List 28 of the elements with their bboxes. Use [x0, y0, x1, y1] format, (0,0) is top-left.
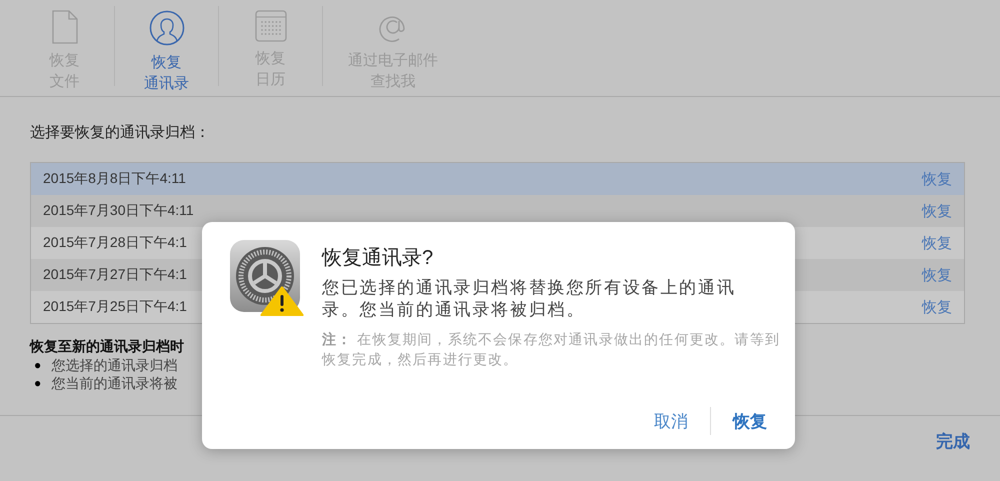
- restore-link[interactable]: 恢复: [922, 298, 952, 316]
- section-heading: 选择要恢复的通讯录归档：: [30, 123, 211, 142]
- archive-row[interactable]: 2015年8月8日下午4:11 恢复: [31, 163, 964, 195]
- restore-link[interactable]: 恢复: [922, 170, 952, 188]
- archive-date: 2015年7月28日下午4:1: [43, 234, 187, 252]
- confirm-button[interactable]: 恢复: [733, 408, 767, 434]
- dialog-title: 恢复通讯录?: [322, 246, 434, 271]
- archive-row[interactable]: 2015年7月30日下午4:11 恢复: [31, 195, 964, 227]
- archive-date: 2015年7月27日下午4:1: [43, 266, 187, 284]
- bullet-text: 您选择的通讯录归档: [51, 356, 178, 374]
- bullet-marker: ●: [34, 375, 42, 392]
- archive-date: 2015年8月8日下午4:11: [43, 170, 186, 188]
- person-icon: [148, 10, 184, 46]
- restore-link[interactable]: 恢复: [922, 234, 952, 252]
- restore-link[interactable]: 恢复: [922, 202, 952, 220]
- calendar-icon: [254, 10, 286, 42]
- dialog-message: 您已选择的通讯录归档将替换您所有设备上的通讯录。您当前的通讯录将被归档。: [322, 277, 737, 321]
- cancel-button[interactable]: 取消: [654, 408, 688, 434]
- restore-link[interactable]: 恢复: [922, 266, 952, 284]
- bullet-marker: ●: [34, 357, 42, 374]
- dialog-note: 注： 在恢复期间，系统不会保存您对通讯录做出的任何更改。请等到恢复完成，然后再进行更改。: [322, 330, 781, 369]
- document-icon: [52, 10, 78, 44]
- archive-date: 2015年7月25日下午4:1: [43, 298, 187, 316]
- done-button[interactable]: 完成: [936, 430, 970, 453]
- bullet-text: 您当前的通讯录将被: [51, 374, 178, 392]
- notice-title: 恢复至新的通讯录归档时: [30, 338, 184, 356]
- archive-date: 2015年7月30日下午4:11: [43, 202, 194, 220]
- gear-warning-icon: [230, 240, 304, 316]
